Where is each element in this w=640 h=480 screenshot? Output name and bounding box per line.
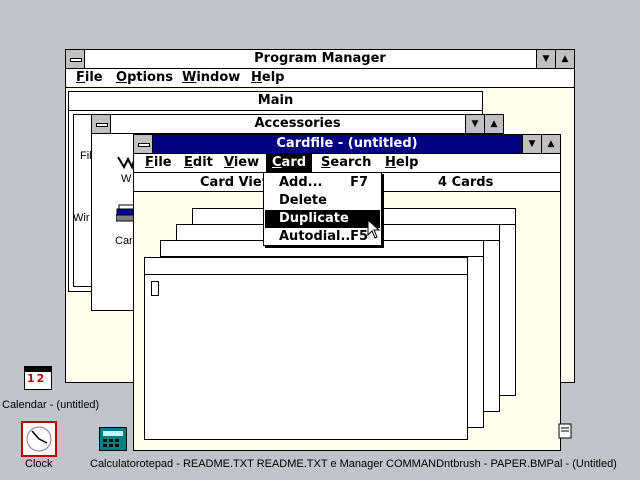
pm-menu-options[interactable]: Options — [113, 69, 176, 87]
calendar-icon[interactable]: 12 — [24, 366, 52, 390]
card-text-cursor[interactable] — [151, 281, 159, 296]
accessories-title: Accessories — [254, 116, 341, 131]
cardfile-menubar: File Edit View Card Search Help — [134, 154, 560, 173]
main-partial-label-file: Fil — [80, 150, 92, 162]
minimized-icon[interactable] — [557, 422, 575, 442]
cardfile-minimize-button[interactable]: ▼ — [522, 135, 541, 153]
accessories-maximize-button[interactable]: ▲ — [484, 115, 503, 133]
program-manager-minimize-button[interactable]: ▼ — [536, 50, 555, 68]
main-partial-label-win: Wir — [73, 212, 90, 224]
card-menu-dropdown: Add... F7 Delete Duplicate Autodial... F… — [263, 172, 382, 246]
cf-menu-view[interactable]: View — [221, 154, 262, 172]
cf-menu-edit[interactable]: Edit — [181, 154, 216, 172]
clock-icon[interactable] — [21, 421, 57, 457]
cf-menu-help[interactable]: Help — [382, 154, 421, 172]
program-manager-title: Program Manager — [254, 51, 386, 66]
taskbar-icon-labels-right: COMMANDntbrush - PAPER.BMPal - (Untitled… — [386, 458, 617, 470]
main-group-title: Main — [257, 93, 294, 108]
cardfile-system-menu[interactable] — [134, 135, 153, 153]
calendar-icon-digits: 12 — [27, 372, 47, 385]
accessories-titlebar[interactable]: Accessories ▼ ▲ — [92, 115, 503, 134]
program-manager-system-menu[interactable] — [66, 50, 85, 68]
card-front-index-line[interactable] — [145, 258, 467, 275]
pm-menu-window[interactable]: Window — [179, 69, 243, 87]
calendar-label[interactable]: Calendar - (untitled) — [2, 399, 99, 411]
taskbar-icon-labels-left: Calculatorotepad - README.TXT README.TXT… — [90, 458, 384, 470]
cardfile-card-count: 4 Cards — [438, 175, 494, 190]
accessories-minimize-button[interactable]: ▼ — [465, 115, 484, 133]
card-front[interactable] — [144, 257, 468, 440]
accessories-system-menu[interactable] — [92, 115, 111, 133]
program-manager-maximize-button[interactable]: ▲ — [555, 50, 574, 68]
card-menu-autodial-shortcut: F5 — [350, 229, 368, 244]
card-menu-delete[interactable]: Delete — [265, 192, 380, 210]
pm-menu-file[interactable]: File — [73, 69, 106, 87]
card-menu-add[interactable]: Add... F7 — [265, 174, 380, 192]
card-menu-duplicate[interactable]: Duplicate — [265, 210, 380, 228]
cf-menu-search[interactable]: Search — [318, 154, 374, 172]
cf-menu-file[interactable]: File — [142, 154, 175, 172]
clock-label[interactable]: Clock — [25, 458, 53, 470]
calculator-icon[interactable] — [99, 427, 127, 451]
pm-menu-help[interactable]: Help — [248, 69, 287, 87]
program-manager-menubar: File Options Window Help — [66, 69, 574, 88]
program-manager-titlebar[interactable]: Program Manager ▼ ▲ — [66, 50, 574, 69]
card-menu-add-shortcut: F7 — [350, 175, 368, 190]
cardfile-title: Cardfile - (untitled) — [276, 136, 418, 151]
main-group-titlebar[interactable]: Main — [69, 92, 482, 111]
cardfile-maximize-button[interactable]: ▲ — [541, 135, 560, 153]
accessories-partial-label-write: W — [121, 173, 132, 185]
cf-menu-card[interactable]: Card — [266, 154, 313, 172]
cardfile-titlebar[interactable]: Cardfile - (untitled) ▼ ▲ — [134, 135, 560, 154]
card-menu-autodial[interactable]: Autodial... F5 — [265, 228, 380, 246]
mouse-pointer-icon — [367, 218, 383, 241]
accessories-partial-label-cardfile: Car — [115, 235, 133, 247]
